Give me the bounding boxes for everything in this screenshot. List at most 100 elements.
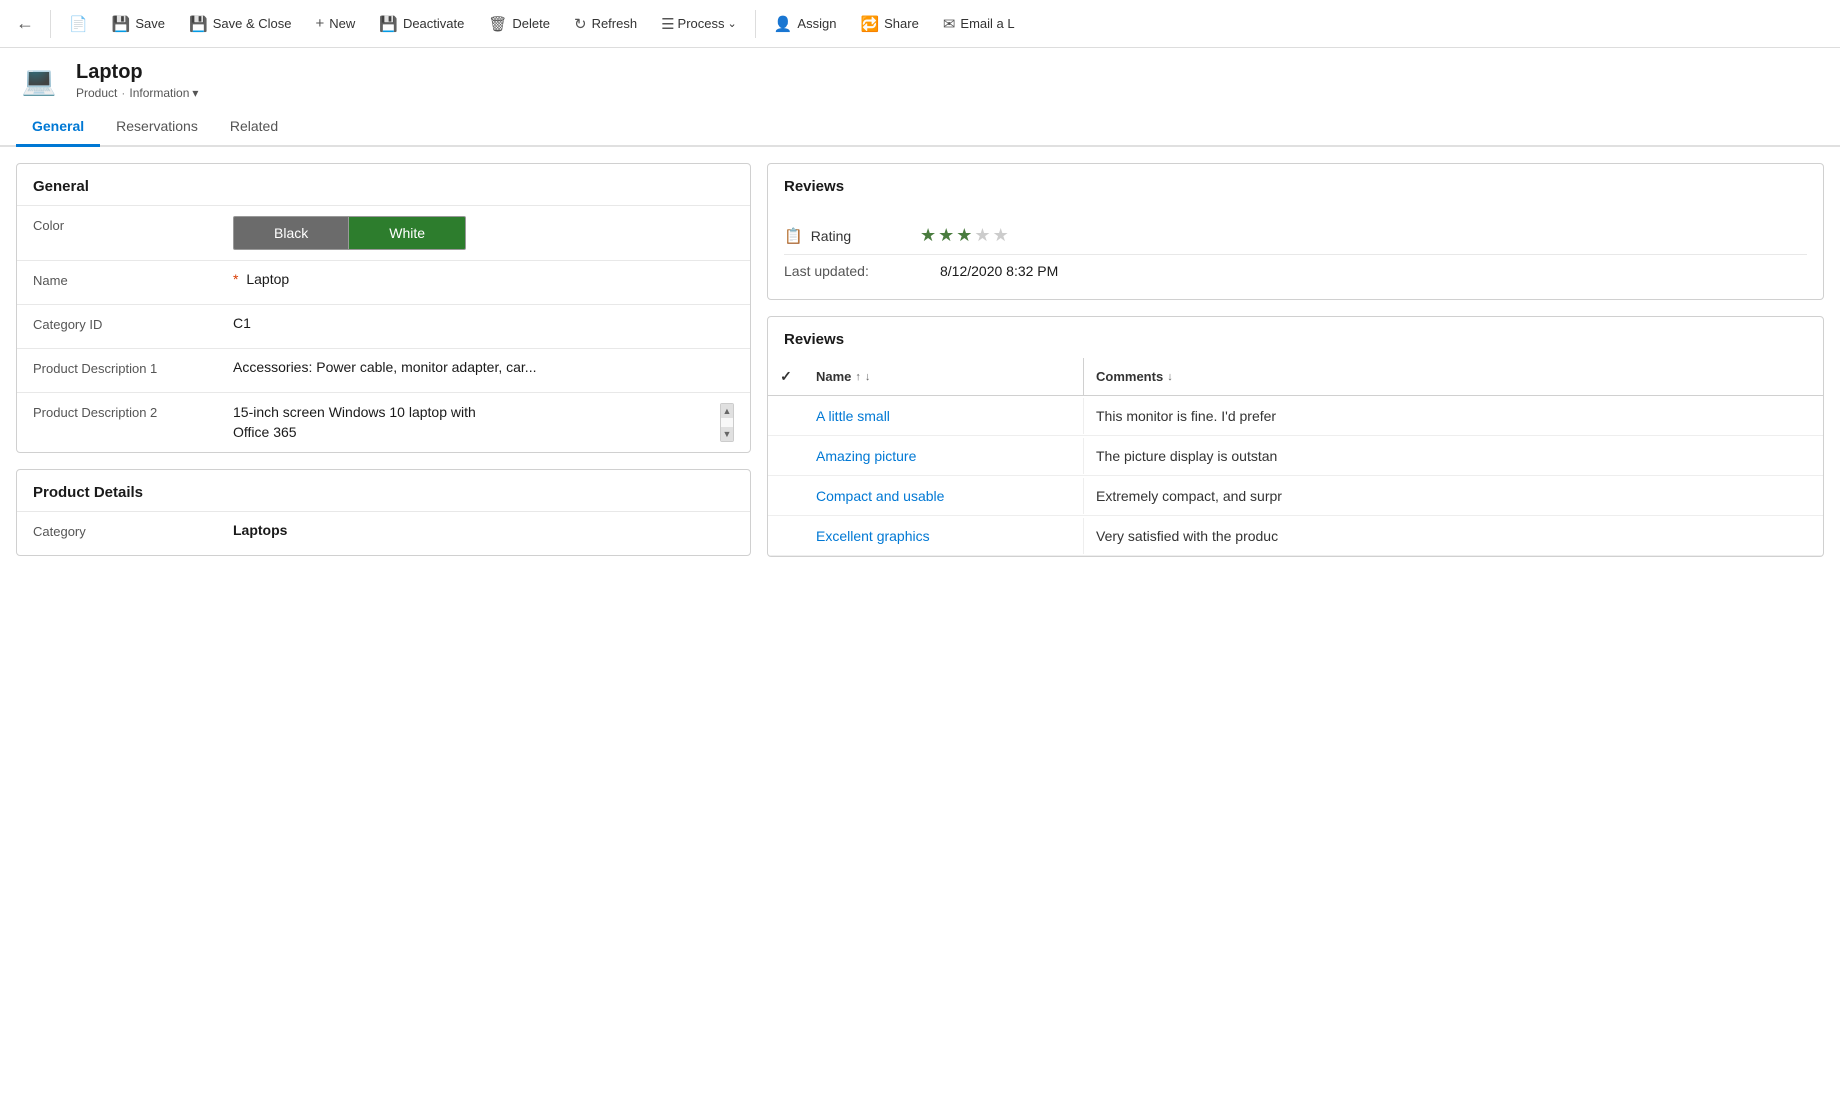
product-desc2-label: Product Description 2 [33, 403, 233, 420]
reviews-summary-body: 📋 Rating ★ ★ ★ ★ ★ Last updated: 8/12/20… [768, 205, 1823, 299]
toolbar-separator-1 [50, 10, 51, 38]
tab-reservations[interactable]: Reservations [100, 108, 214, 147]
assign-button[interactable]: 👤 Assign [764, 9, 847, 39]
color-value: Black White [233, 216, 734, 250]
review-comments-3: Very satisfied with the produc [1084, 518, 1684, 554]
review-comments-1: The picture display is outstan [1084, 438, 1684, 474]
reviews-list-body: A little small This monitor is fine. I'd… [768, 396, 1823, 556]
checkmark-header-icon: ✓ [780, 368, 792, 385]
process-chevron-icon: ⌄ [728, 17, 737, 30]
review-name-3[interactable]: Excellent graphics [804, 518, 1084, 554]
product-details-card-title: Product Details [17, 470, 750, 511]
product-desc1-label: Product Description 1 [33, 359, 233, 376]
refresh-icon: ↻ [574, 15, 587, 33]
breadcrumb-chevron-icon: ▾ [192, 86, 198, 100]
name-label: Name [33, 271, 233, 288]
breadcrumb-product[interactable]: Product [76, 86, 117, 100]
tab-related[interactable]: Related [214, 108, 294, 147]
rating-label: 📋 Rating [784, 227, 904, 245]
review-check-2 [768, 488, 804, 504]
left-column: General Color Black White Name * L [16, 163, 751, 557]
star-5: ★ [993, 225, 1009, 246]
general-card: General Color Black White Name * L [16, 163, 751, 453]
reviews-list-card: Reviews ✓ Name ↑ ↓ Comments ↓ A lit [767, 316, 1824, 557]
reviews-summary-card: Reviews 📋 Rating ★ ★ ★ ★ ★ [767, 163, 1824, 300]
process-button[interactable]: ☰ Process ⌄ [651, 9, 747, 39]
review-row-3: Excellent graphics Very satisfied with t… [768, 516, 1823, 556]
name-sort-up-icon: ↑ [855, 371, 861, 383]
category-value: Laptops [233, 522, 734, 538]
category-id-field-row: Category ID C1 [17, 304, 750, 348]
title-area: Laptop Product · Information ▾ [76, 60, 198, 100]
review-check-1 [768, 448, 804, 464]
rating-row: 📋 Rating ★ ★ ★ ★ ★ [784, 217, 1807, 254]
review-name-0[interactable]: A little small [804, 398, 1084, 434]
page-icon-button: 📄 [59, 9, 98, 39]
scroll-up-button[interactable]: ▲ [721, 404, 733, 418]
product-icon: 💻 [16, 62, 62, 98]
reviews-comments-header[interactable]: Comments ↓ [1084, 358, 1823, 395]
process-icon: ☰ [661, 15, 674, 33]
back-button[interactable]: ← [8, 7, 42, 40]
color-button-group: Black White [233, 216, 734, 250]
product-desc2-value: 15-inch screen Windows 10 laptop withOff… [233, 403, 734, 442]
new-button[interactable]: + New [305, 9, 365, 38]
delete-icon: 🗑 [488, 15, 507, 33]
right-column: Reviews 📋 Rating ★ ★ ★ ★ ★ [767, 163, 1824, 557]
share-button[interactable]: 🔁 Share [850, 9, 928, 39]
save-button[interactable]: 💾 Save [102, 9, 175, 39]
assign-icon: 👤 [774, 15, 793, 33]
category-label: Category [33, 522, 233, 539]
email-button[interactable]: ✉ Email a L [933, 9, 1025, 39]
email-icon: ✉ [943, 15, 956, 33]
save-icon: 💾 [112, 15, 131, 33]
star-4: ★ [974, 225, 990, 246]
delete-button[interactable]: 🗑 Delete [478, 9, 560, 39]
product-desc2-field-row: Product Description 2 15-inch screen Win… [17, 392, 750, 452]
tabs: General Reservations Related [0, 108, 1840, 147]
tab-general[interactable]: General [16, 108, 100, 147]
category-field-row: Category Laptops [17, 511, 750, 555]
color-white-button[interactable]: White [349, 216, 466, 250]
star-2: ★ [938, 225, 954, 246]
review-row-2: Compact and usable Extremely compact, an… [768, 476, 1823, 516]
last-updated-row: Last updated: 8/12/2020 8:32 PM [784, 254, 1807, 287]
deactivate-icon: 💾 [379, 15, 398, 33]
product-desc1-value: Accessories: Power cable, monitor adapte… [233, 359, 734, 375]
comments-sort-icon: ↓ [1167, 371, 1173, 383]
breadcrumb: Product · Information ▾ [76, 86, 198, 100]
toolbar: ← 📄 💾 Save 💾 Save & Close + New 💾 Deacti… [0, 0, 1840, 48]
review-comments-2: Extremely compact, and surpr [1084, 478, 1684, 514]
refresh-button[interactable]: ↻ Refresh [564, 9, 647, 39]
star-rating: ★ ★ ★ ★ ★ [920, 225, 1009, 246]
last-updated-label: Last updated: [784, 263, 924, 279]
reviews-name-header[interactable]: Name ↑ ↓ [804, 358, 1084, 395]
page-title: Laptop [76, 60, 198, 84]
save-close-icon: 💾 [189, 15, 208, 33]
scroll-down-button[interactable]: ▼ [721, 427, 733, 441]
reviews-summary-title: Reviews [768, 164, 1823, 205]
color-field-row: Color Black White [17, 205, 750, 260]
save-close-button[interactable]: 💾 Save & Close [179, 9, 301, 39]
name-sort-down-icon: ↓ [865, 371, 871, 383]
product-desc1-field-row: Product Description 1 Accessories: Power… [17, 348, 750, 392]
deactivate-button[interactable]: 💾 Deactivate [369, 9, 474, 39]
scroll-track [721, 418, 733, 427]
category-id-label: Category ID [33, 315, 233, 332]
star-3: ★ [956, 225, 972, 246]
color-label: Color [33, 216, 233, 233]
rating-icon: 📋 [784, 227, 803, 245]
review-name-2[interactable]: Compact and usable [804, 478, 1084, 514]
color-black-button[interactable]: Black [233, 216, 349, 250]
review-check-0 [768, 408, 804, 424]
name-field-row: Name * Laptop [17, 260, 750, 304]
reviews-list-header: ✓ Name ↑ ↓ Comments ↓ [768, 358, 1823, 396]
breadcrumb-information[interactable]: Information ▾ [129, 86, 198, 100]
review-row-1: Amazing picture The picture display is o… [768, 436, 1823, 476]
review-comments-0: This monitor is fine. I'd prefer [1084, 398, 1684, 434]
last-updated-value: 8/12/2020 8:32 PM [940, 263, 1058, 279]
product-details-card: Product Details Category Laptops [16, 469, 751, 556]
new-icon: + [315, 15, 324, 32]
page-icon: 📄 [69, 15, 88, 33]
review-name-1[interactable]: Amazing picture [804, 438, 1084, 474]
